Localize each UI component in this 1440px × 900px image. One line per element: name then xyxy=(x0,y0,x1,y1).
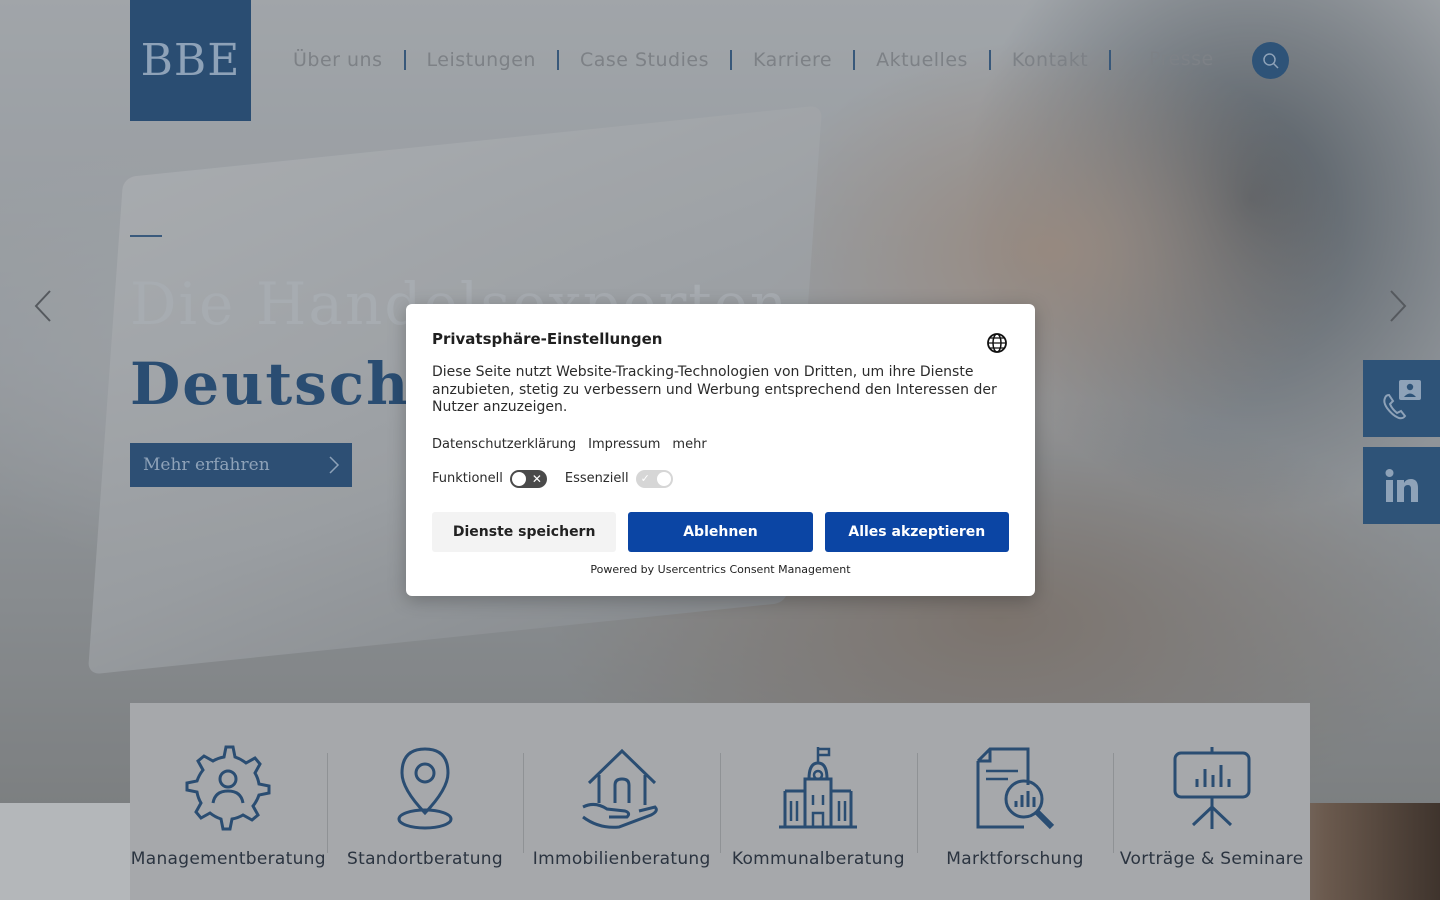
service-label: Immobilienberatung xyxy=(532,849,711,869)
nav-item-kontakt[interactable]: Kontakt xyxy=(999,49,1101,71)
consent-links: Datenschutzerklärung Impressum mehr xyxy=(432,437,1009,452)
consent-toggles: Funktionell ✕ Essenziell ✓ xyxy=(432,469,1009,488)
document-magnifier-icon xyxy=(976,747,1055,830)
nav-item-karriere[interactable]: Karriere xyxy=(740,49,845,71)
service-vortraege-seminare[interactable]: Vorträge & Seminare xyxy=(1113,703,1310,900)
service-label: Marktforschung xyxy=(946,849,1084,869)
link-impressum[interactable]: Impressum xyxy=(588,437,660,452)
deny-button[interactable]: Ablehnen xyxy=(628,511,813,552)
mehr-erfahren-button[interactable]: Mehr erfahren xyxy=(130,443,352,487)
house-hand-icon xyxy=(581,748,658,829)
service-standortberatung[interactable]: Standortberatung xyxy=(326,703,524,900)
nav-divider xyxy=(556,50,559,70)
service-marktforschung[interactable]: Marktforschung xyxy=(916,703,1114,900)
nav-item-aktuelles[interactable]: Aktuelles xyxy=(863,49,981,71)
toggle-funktionell[interactable]: ✕ xyxy=(509,469,547,488)
link-mehr[interactable]: mehr xyxy=(672,437,706,452)
powered-by-text[interactable]: Powered by Usercentrics Consent Manageme… xyxy=(432,563,1009,576)
slider-prev-arrow-icon[interactable] xyxy=(30,288,60,324)
slider-next-arrow-icon[interactable] xyxy=(1383,288,1413,324)
link-datenschutz[interactable]: Datenschutzerklärung xyxy=(432,437,576,452)
nav-divider xyxy=(988,50,991,70)
consent-description: Diese Seite nutzt Website-Tracking-Techn… xyxy=(432,364,997,415)
services-bar: Managementberatung Standortberatung Immo… xyxy=(130,703,1310,900)
globe-language-icon[interactable] xyxy=(986,332,1008,354)
map-pin-icon xyxy=(397,747,453,830)
service-immobilienberatung[interactable]: Immobilienberatung xyxy=(523,703,720,900)
nav-divider xyxy=(1109,50,1112,70)
service-label: Managementberatung xyxy=(130,849,326,869)
contact-side-button[interactable] xyxy=(1363,360,1440,437)
chevron-right-icon xyxy=(329,456,340,474)
main-nav: Über uns Leistungen Case Studies Karrier… xyxy=(280,44,1119,76)
consent-buttons: Dienste speichern Ablehnen Alles akzepti… xyxy=(432,511,1009,552)
linkedin-side-button[interactable] xyxy=(1363,447,1440,524)
nav-divider xyxy=(403,50,406,70)
toggle-label-essenziell: Essenziell xyxy=(564,471,629,486)
consent-title: Privatsphäre-Einstellungen xyxy=(432,330,663,348)
service-label: Standortberatung xyxy=(347,849,503,869)
logo[interactable]: BBE xyxy=(130,0,251,121)
gear-person-icon xyxy=(185,745,271,831)
save-services-button[interactable]: Dienste speichern xyxy=(432,511,617,552)
close-icon: ✕ xyxy=(531,471,542,486)
linkedin-icon xyxy=(1385,468,1418,502)
nav-item-case-studies[interactable]: Case Studies xyxy=(567,49,722,71)
town-hall-icon xyxy=(779,747,858,829)
consent-dialog: Privatsphäre-Einstellungen Diese Seite n… xyxy=(406,304,1035,596)
check-icon: ✓ xyxy=(640,471,650,485)
search-button[interactable] xyxy=(1252,42,1289,79)
service-managementberatung[interactable]: Managementberatung xyxy=(130,703,327,900)
search-icon xyxy=(1262,52,1279,69)
hero-accent-line xyxy=(130,235,162,237)
phone-contact-icon xyxy=(1382,379,1421,419)
nav-divider xyxy=(853,50,856,70)
service-label: Kommunalberatung xyxy=(731,849,905,869)
nav-divider xyxy=(729,50,732,70)
service-kommunalberatung[interactable]: Kommunalberatung xyxy=(720,703,917,900)
nav-item-ueber-uns[interactable]: Über uns xyxy=(280,49,396,71)
presentation-board-icon xyxy=(1173,747,1251,829)
accept-all-button[interactable]: Alles akzeptieren xyxy=(824,511,1009,552)
service-label: Vorträge & Seminare xyxy=(1119,849,1304,869)
nav-item-leistungen[interactable]: Leistungen xyxy=(414,49,549,71)
nav-item-presse[interactable]: Presse xyxy=(1149,48,1214,70)
toggle-essenziell: ✓ xyxy=(635,469,673,488)
toggle-label-funktionell: Funktionell xyxy=(432,471,503,486)
